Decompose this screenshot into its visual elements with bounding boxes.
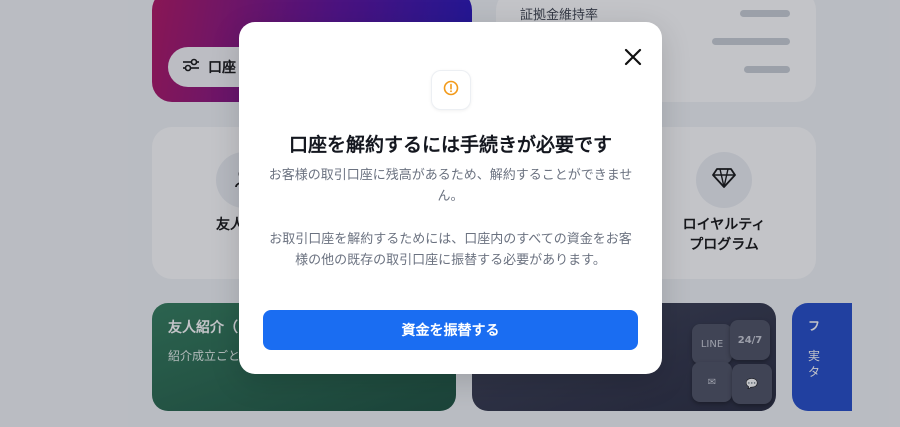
- close-button[interactable]: [622, 46, 644, 68]
- transfer-funds-button[interactable]: 資金を振替する: [263, 310, 638, 350]
- modal-title: 口座を解約するには手続きが必要です: [288, 134, 612, 156]
- close-icon: [622, 48, 644, 72]
- alert-badge: [431, 70, 471, 110]
- alert-icon: [443, 80, 459, 100]
- close-account-modal: 口座を解約するには手続きが必要です お客様の取引口座に残高があるため、解約するこ…: [239, 22, 662, 374]
- modal-paragraph-1: お客様の取引口座に残高があるため、解約することができません。: [268, 168, 633, 204]
- modal-paragraph-2: お取引口座を解約するためには、口座内のすべての資金をお客様の他の既存の取引口座に…: [269, 232, 632, 268]
